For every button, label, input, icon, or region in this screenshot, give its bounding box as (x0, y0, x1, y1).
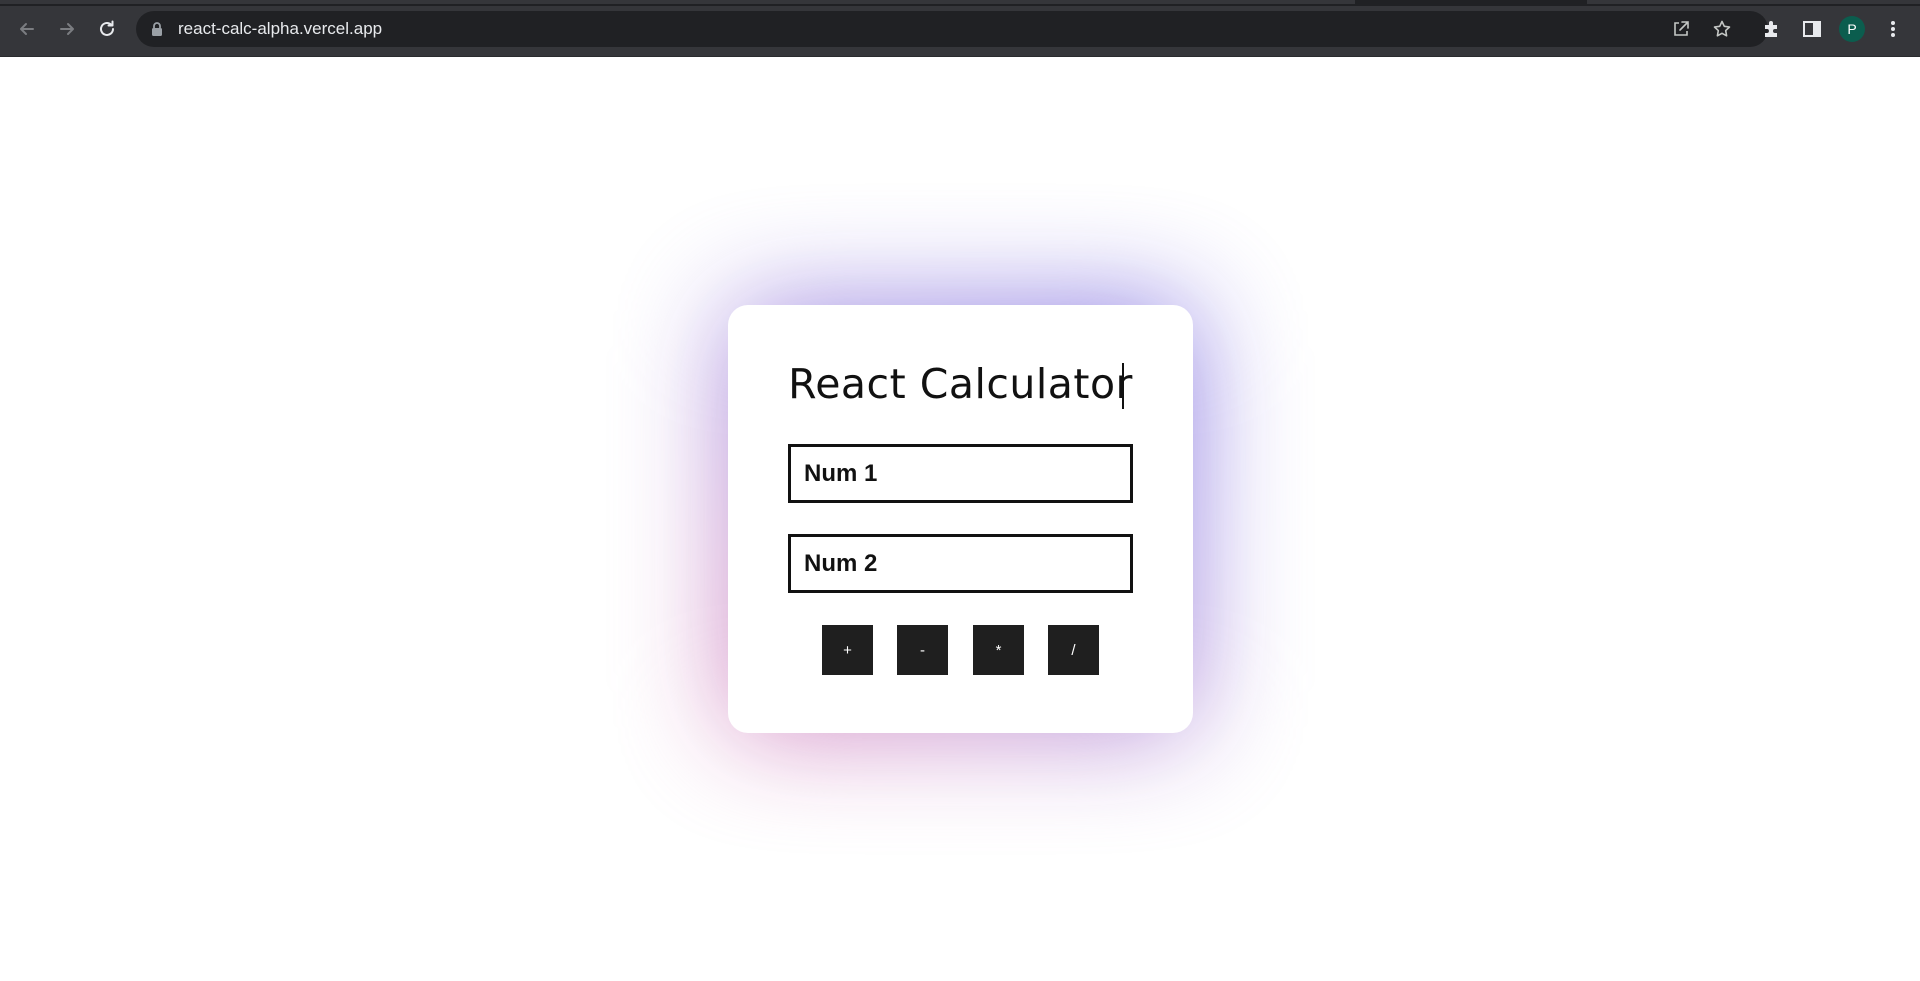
calculator-card: React Calculator + - * / (728, 305, 1193, 733)
reload-icon (100, 20, 114, 36)
num1-input[interactable] (788, 444, 1133, 503)
address-bar[interactable]: react-calc-alpha.vercel.app (136, 11, 1768, 47)
subtract-button[interactable]: - (897, 625, 948, 675)
kebab-menu-icon[interactable] (1882, 18, 1904, 40)
arrow-left-icon (20, 23, 34, 35)
lock-icon[interactable] (150, 21, 164, 37)
back-button[interactable] (12, 14, 42, 44)
forward-button[interactable] (52, 14, 82, 44)
divide-button[interactable]: / (1048, 625, 1099, 675)
text-caret (1122, 363, 1124, 409)
add-button[interactable]: + (822, 625, 873, 675)
num2-input[interactable] (788, 534, 1133, 593)
side-panel-icon[interactable] (1801, 18, 1823, 40)
share-icon[interactable] (1671, 19, 1691, 39)
profile-avatar[interactable]: P (1839, 16, 1865, 42)
star-icon[interactable] (1712, 19, 1732, 39)
puzzle-icon[interactable] (1761, 18, 1783, 40)
browser-toolbar: react-calc-alpha.vercel.app P (0, 0, 1920, 57)
reload-button[interactable] (92, 14, 122, 44)
page-viewport: React Calculator + - * / (0, 57, 1920, 981)
url-text[interactable]: react-calc-alpha.vercel.app (178, 11, 382, 47)
multiply-button[interactable]: * (973, 625, 1024, 675)
arrow-right-icon (60, 23, 74, 35)
tab-strip (0, 0, 1920, 6)
tab-active[interactable] (0, 0, 1355, 4)
tab-other[interactable] (1587, 0, 1920, 4)
